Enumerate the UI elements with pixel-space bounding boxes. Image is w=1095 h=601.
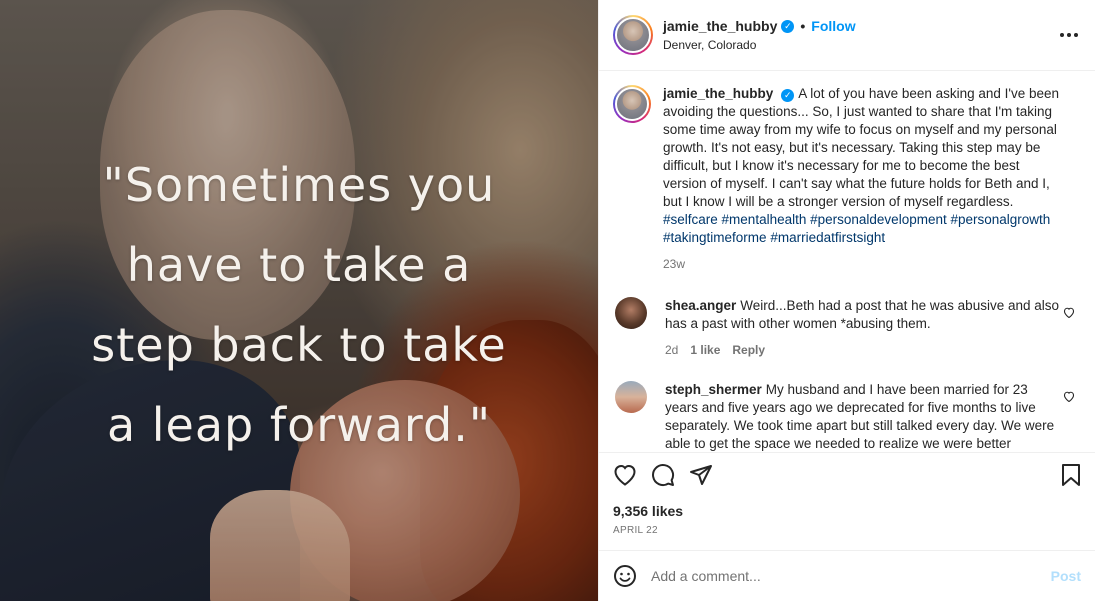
post-dialog: "Sometimes you have to take a step back …: [0, 0, 1095, 601]
emoji-icon[interactable]: [613, 564, 637, 588]
commenter-avatar[interactable]: [615, 381, 647, 413]
comment-bubble-icon[interactable]: [651, 463, 675, 487]
post-location[interactable]: Denver, Colorado: [663, 38, 856, 52]
hashtag-link[interactable]: #personalgrowth: [951, 212, 1051, 227]
quote-line: have to take a: [126, 238, 472, 292]
post-header: jamie_the_hubby ✓ • Follow Denver, Color…: [599, 0, 1095, 71]
like-heart-icon[interactable]: [613, 464, 637, 486]
comment-body: shea.anger Weird...Beth had a post that h…: [665, 297, 1079, 359]
author-avatar[interactable]: [613, 15, 653, 55]
quote-line: "Sometimes you: [102, 158, 496, 212]
separator-dot: •: [800, 18, 806, 34]
verified-badge-icon: ✓: [781, 19, 795, 33]
likes-count[interactable]: 9,356 likes: [613, 503, 1081, 519]
comment-body: steph_shermer My husband and I have been …: [665, 381, 1079, 451]
caption-text: A lot of you have been asking and I've b…: [663, 86, 1060, 209]
post-side-panel: jamie_the_hubby ✓ • Follow Denver, Color…: [598, 0, 1095, 601]
verified-badge-icon: ✓: [781, 88, 795, 102]
post-actions: 9,356 likes APRIL 22: [599, 452, 1095, 550]
comment-meta: 2d 1 like Reply: [665, 341, 1061, 359]
avatar-image: [615, 87, 649, 121]
more-options-icon[interactable]: [1059, 22, 1079, 43]
quote-text: "Sometimes you have to take a step back …: [40, 145, 558, 465]
caption-meta: 23w: [663, 255, 1061, 273]
follow-button[interactable]: Follow: [811, 18, 855, 34]
comment-username[interactable]: shea.anger: [665, 298, 736, 313]
hashtag-link[interactable]: #marriedatfirstsight: [770, 230, 885, 245]
comment-row: steph_shermer My husband and I have been …: [613, 381, 1079, 451]
comment-composer: Post: [599, 550, 1095, 601]
comment-like-heart-icon[interactable]: [1063, 307, 1075, 321]
comment-row: shea.anger Weird...Beth had a post that h…: [613, 297, 1079, 359]
quote-line: step back to take: [91, 318, 507, 372]
hashtag-link[interactable]: #personaldevelopment: [810, 212, 947, 227]
comment-like-heart-icon[interactable]: [1063, 391, 1075, 405]
author-line: jamie_the_hubby ✓ • Follow: [663, 18, 856, 34]
reply-button[interactable]: Reply: [732, 341, 765, 359]
save-bookmark-icon[interactable]: [1061, 463, 1081, 487]
caption-row: jamie_the_hubby ✓ A lot of you have been a…: [613, 85, 1079, 273]
quote-line: a leap forward.": [106, 398, 492, 452]
caption-avatar[interactable]: [613, 85, 651, 123]
caption-body: jamie_the_hubby ✓ A lot of you have been a…: [663, 85, 1079, 273]
post-comment-button[interactable]: Post: [1051, 568, 1081, 584]
author-meta: jamie_the_hubby ✓ • Follow Denver, Color…: [663, 18, 856, 52]
comment-username[interactable]: steph_shermer: [665, 382, 762, 397]
comment-likes[interactable]: 1 like: [690, 341, 720, 359]
commenter-avatar[interactable]: [615, 297, 647, 329]
caption-age[interactable]: 23w: [663, 255, 685, 273]
comments-list[interactable]: jamie_the_hubby ✓ A lot of you have been a…: [599, 71, 1095, 451]
action-icons: [613, 463, 1081, 487]
hashtag-link[interactable]: #selfcare: [663, 212, 718, 227]
post-date[interactable]: APRIL 22: [613, 525, 1081, 536]
caption-username[interactable]: jamie_the_hubby: [663, 86, 773, 101]
author-username[interactable]: jamie_the_hubby: [663, 18, 777, 34]
hashtag-link[interactable]: #takingtimeforme: [663, 230, 767, 245]
share-paper-plane-icon[interactable]: [689, 464, 713, 486]
avatar-image: [615, 17, 651, 53]
post-image[interactable]: "Sometimes you have to take a step back …: [0, 0, 598, 601]
hashtag-link[interactable]: #mentalhealth: [722, 212, 807, 227]
add-comment-input[interactable]: [651, 568, 1051, 584]
comment-age[interactable]: 2d: [665, 341, 678, 359]
